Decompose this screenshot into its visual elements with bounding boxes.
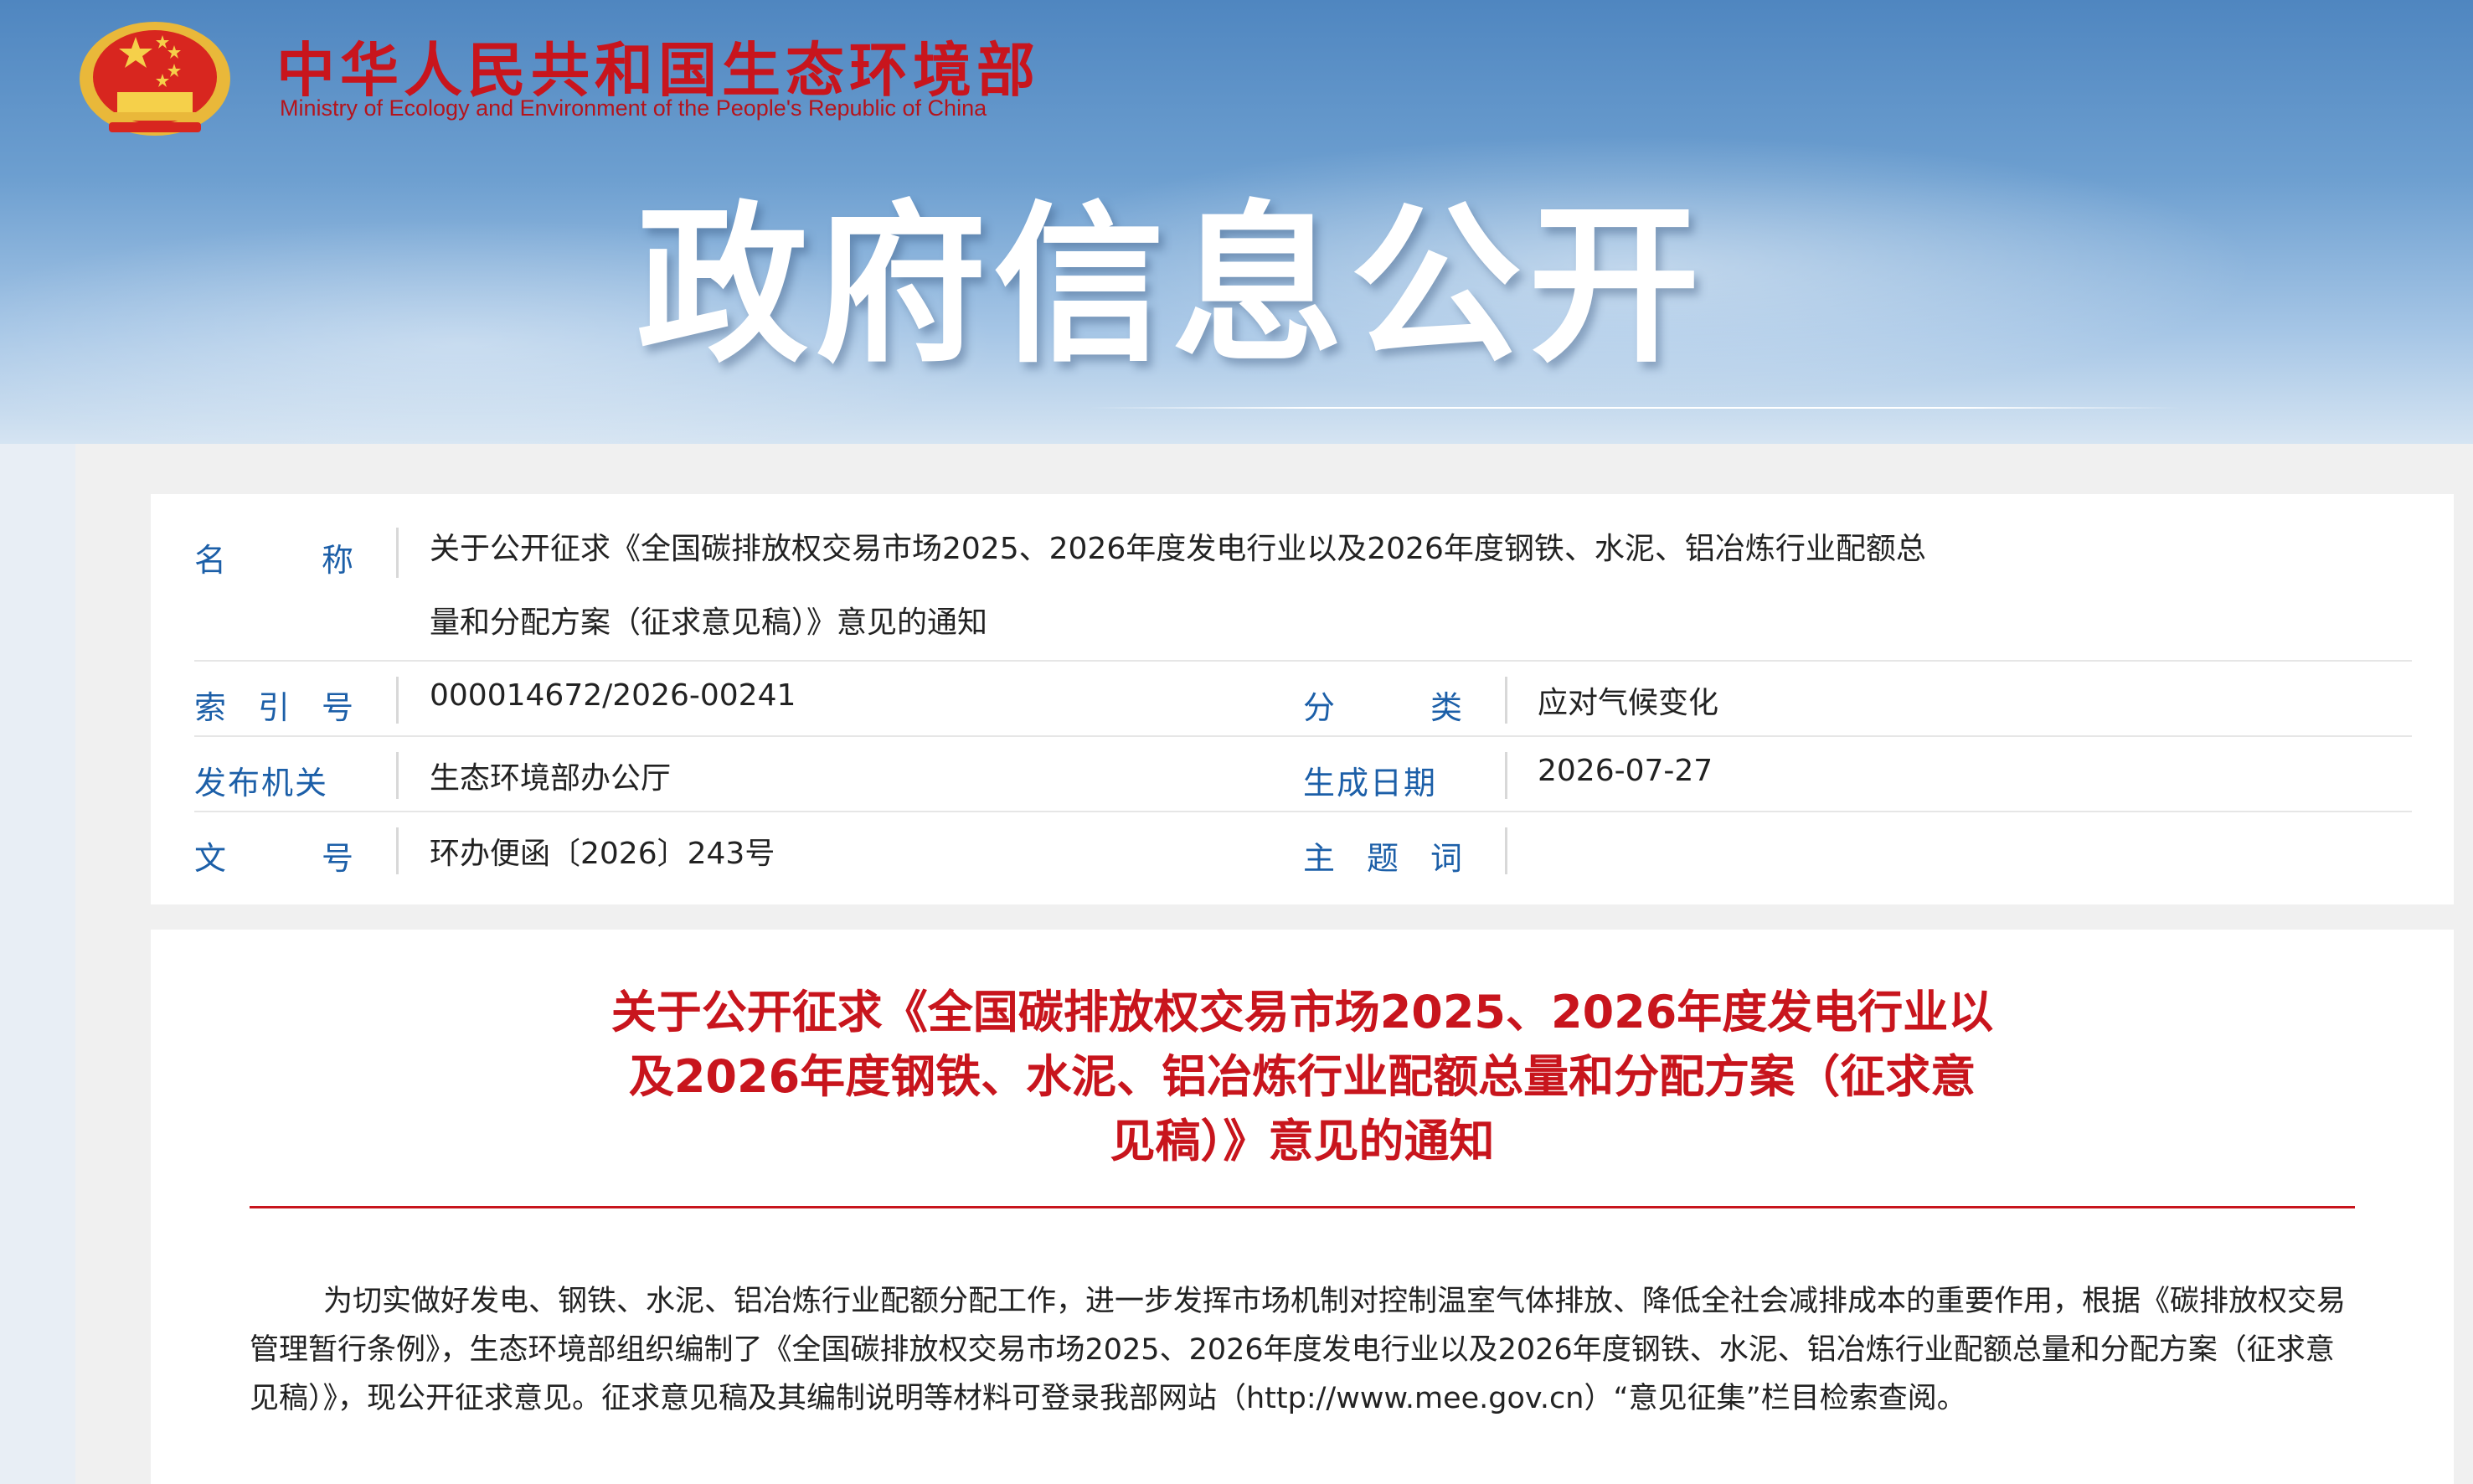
meta-value-date: 2026-07-27 [1538, 754, 1713, 788]
meta-value-index: 000014672/2026-00241 [430, 678, 796, 713]
meta-separator [396, 677, 399, 724]
meta-separator [396, 752, 399, 799]
meta-label-category: 分 类 [1303, 689, 1462, 726]
meta-label-name: 名 称 [194, 542, 353, 579]
article-content: 关于公开征求《全国碳排放权交易市场2025、2026年度发电行业以 及2026年… [151, 930, 2454, 1484]
meta-label-doc-no: 文 号 [194, 840, 353, 877]
ministry-name-en[interactable]: Ministry of Ecology and Environment of t… [280, 95, 987, 121]
meta-value-category: 应对气候变化 [1538, 686, 1719, 720]
meta-label-issuer: 发布机关 [194, 765, 329, 801]
meta-separator [1505, 752, 1507, 799]
meta-separator [396, 827, 399, 874]
article-paragraph: 为切实做好发电、钢铁、水泥、铝冶炼行业配额分配工作，进一步发挥市场机制对控制温室… [250, 1285, 2347, 1415]
section-title: 政府信息公开 [636, 187, 1707, 386]
meta-separator [1505, 677, 1507, 724]
meta-value-issuer: 生态环境部办公厅 [430, 761, 672, 796]
meta-label-index: 索 引 号 [194, 689, 353, 726]
meta-label-keywords: 主 题 词 [1303, 840, 1462, 877]
meta-value-name: 关于公开征求《全国碳排放权交易市场2025、2026年度发电行业以及2026年度… [430, 532, 1926, 640]
header-banner: 中华人民共和国生态环境部 Ministry of Ecology and Env… [0, 0, 2473, 444]
title-underline [1089, 407, 2182, 409]
article-title: 关于公开征求《全国碳排放权交易市场2025、2026年度发电行业以 及2026年… [611, 986, 1994, 1167]
meta-label-date: 生成日期 [1303, 765, 1438, 801]
title-divider [250, 1206, 2355, 1208]
meta-value-doc-no: 环办便函〔2026〕243号 [430, 837, 775, 871]
national-emblem-icon[interactable] [75, 18, 234, 144]
meta-separator [1505, 827, 1507, 874]
meta-separator [396, 528, 399, 578]
document-metadata-table: 名 称 关于公开征求《全国碳排放权交易市场2025、2026年度发电行业以及20… [151, 494, 2454, 904]
